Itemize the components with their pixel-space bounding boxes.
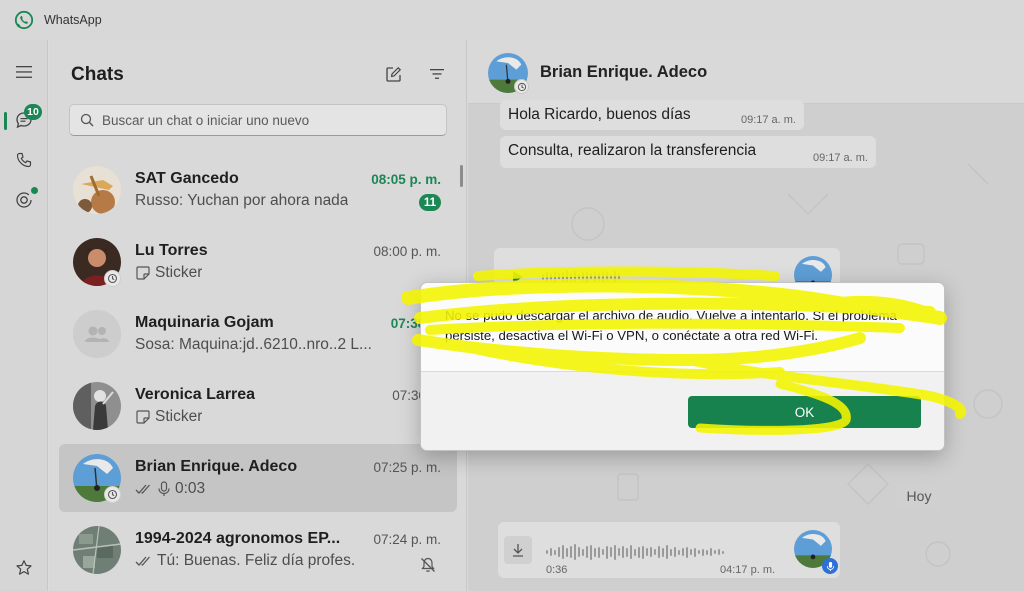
download-icon: [513, 544, 523, 557]
new-chat-button[interactable]: [383, 64, 403, 84]
double-check-icon: [135, 484, 150, 494]
hamburger-icon: [16, 66, 32, 78]
whatsapp-logo-icon: [14, 10, 34, 30]
chats-unread-badge: 10: [24, 104, 42, 120]
filter-icon: [430, 69, 444, 79]
status-ring-icon: [16, 192, 32, 208]
conversation-header[interactable]: Brian Enrique. Adeco: [468, 40, 1024, 104]
download-audio-button[interactable]: [504, 536, 532, 564]
audio-waveform: [546, 544, 724, 560]
status-ring: [104, 486, 121, 503]
chat-item-sat-gancedo[interactable]: SAT Gancedo 08:05 p. m. Russo: Yuchan po…: [59, 156, 457, 224]
sticker-icon: [136, 410, 150, 424]
status-icon: [107, 273, 118, 284]
dialog-message: No se pudo descargar el archivo de audio…: [445, 308, 897, 343]
chat-name: 1994-2024 agronomos EP...: [135, 530, 341, 547]
chat-time: 07:25 p. m.: [373, 460, 441, 475]
contact-name: Brian Enrique. Adeco: [540, 63, 708, 81]
chat-preview: Sosa: Maquina:jd..6210..nro..2 L...: [135, 336, 372, 354]
chat-preview: 0:03: [135, 480, 205, 498]
message-time: 09:17 a. m.: [812, 152, 868, 164]
message-time: 09:17 a. m.: [740, 114, 796, 126]
chat-item-maquinaria-gojam[interactable]: Maquinaria Gojam 07:38 p. Sosa: Maquina:…: [59, 300, 457, 368]
chat-preview-text: Sticker: [155, 264, 203, 281]
chat-preview: Russo: Yuchan por ahora nada: [135, 192, 348, 210]
phone-icon: [16, 152, 32, 168]
contact-status-ring: [514, 79, 529, 94]
chat-item-veronica-larrea[interactable]: Veronica Larrea 07:30 p. Sticker: [59, 372, 457, 440]
chat-time: 07:24 p. m.: [373, 532, 441, 547]
voice-time: 04:17 p. m.: [720, 564, 776, 576]
chat-preview-text: Sticker: [155, 408, 203, 425]
chats-heading: Chats: [71, 64, 124, 85]
ok-button[interactable]: OK: [688, 396, 921, 428]
voice-message[interactable]: 0:36 04:17 p. m.: [498, 522, 840, 578]
avatar: [73, 310, 121, 358]
status-new-dot: [31, 187, 38, 194]
day-separator: Hoy: [896, 482, 942, 510]
chat-preview: Sticker: [135, 264, 202, 282]
dialog-footer: OK: [421, 371, 944, 450]
avatar: [73, 526, 121, 574]
voice-duration: 0:36: [546, 564, 568, 576]
message-text: Hola Ricardo, buenos días: [508, 106, 691, 123]
chat-preview-text: 0:03: [175, 480, 206, 497]
status-icon: [517, 82, 526, 91]
unread-count-badge: 11: [418, 194, 441, 211]
chat-list-scrollbar[interactable]: [460, 165, 463, 187]
muted-bell-icon: [421, 557, 435, 572]
chat-time: 08:00 p. m.: [373, 244, 441, 259]
calls-nav-button[interactable]: [8, 144, 40, 176]
chat-preview: Tú: Buenas. Feliz día profes.: [135, 552, 355, 570]
chat-list-panel: Chats SAT Gancedo 08:05 p. m. Russo: Yuc…: [49, 40, 467, 591]
menu-button[interactable]: [8, 56, 40, 88]
chat-time: 08:05 p. m.: [371, 172, 441, 187]
starred-button[interactable]: [8, 552, 40, 584]
search-icon: [80, 113, 94, 127]
app-title: WhatsApp: [44, 13, 102, 27]
chat-name: Lu Torres: [135, 242, 208, 259]
star-icon: [16, 560, 32, 575]
chat-name: Brian Enrique. Adeco: [135, 458, 298, 475]
chat-preview-text: Russo: Yuchan por ahora nada: [135, 192, 349, 209]
chat-item-brian-enrique-adeco[interactable]: Brian Enrique. Adeco 07:25 p. m. 0:03: [59, 444, 457, 512]
message-text: Consulta, realizaron la transferencia: [508, 142, 757, 159]
voice-mic-badge: [822, 558, 838, 574]
chat-preview: Sticker: [135, 408, 202, 426]
chat-item-lu-torres[interactable]: Lu Torres 08:00 p. m. Sticker: [59, 228, 457, 296]
search-input[interactable]: [102, 112, 422, 128]
avatar: [73, 166, 121, 214]
compose-icon: [385, 66, 401, 82]
status-icon: [107, 489, 118, 500]
active-indicator: [4, 112, 7, 130]
sticker-icon: [136, 266, 150, 280]
microphone-icon: [826, 561, 834, 571]
chat-item-agronomos[interactable]: 1994-2024 agronomos EP... 07:24 p. m. Tú…: [59, 516, 457, 584]
chat-name: Veronica Larrea: [135, 386, 256, 403]
avatar: [73, 382, 121, 430]
status-ring: [104, 270, 121, 287]
microphone-icon: [158, 481, 170, 496]
message-bubble[interactable]: Hola Ricardo, buenos días 09:17 a. m.: [500, 100, 804, 130]
chat-preview-text: Tú: Buenas. Feliz día profes.: [157, 552, 356, 569]
message-bubble[interactable]: Consulta, realizaron la transferencia 09…: [500, 136, 876, 168]
filter-button[interactable]: [427, 64, 447, 84]
chat-preview-text: Sosa: Maquina:jd..6210..nro..2 L...: [135, 336, 372, 353]
group-avatar-icon: [73, 310, 121, 358]
search-box[interactable]: [69, 104, 447, 136]
double-check-icon: [135, 556, 150, 566]
title-bar: WhatsApp: [0, 0, 1024, 40]
error-dialog: No se pudo descargar el archivo de audio…: [420, 282, 945, 451]
navigation-rail: 10: [0, 40, 48, 591]
chat-name: SAT Gancedo: [135, 170, 239, 187]
chat-name: Maquinaria Gojam: [135, 314, 274, 331]
